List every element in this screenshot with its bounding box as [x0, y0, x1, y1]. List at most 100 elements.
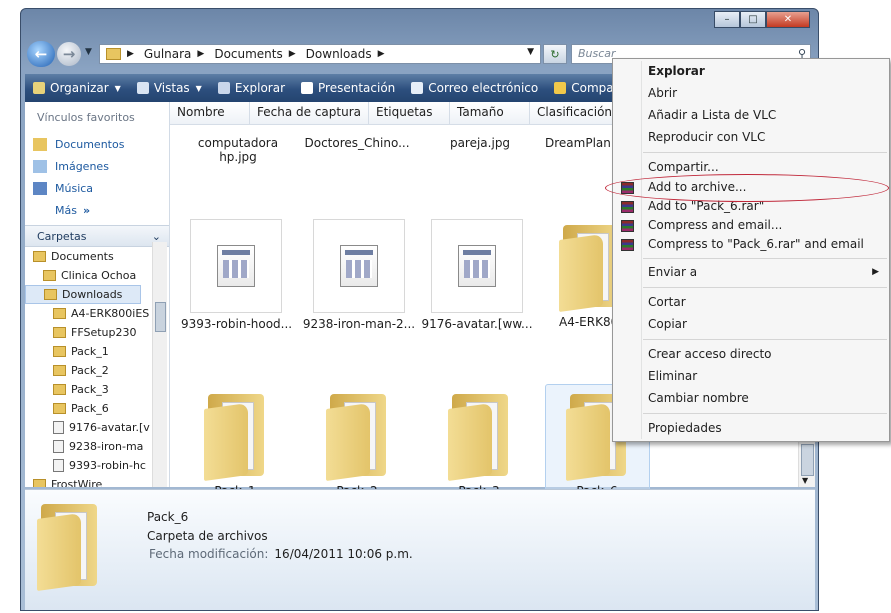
tree-item[interactable]: Pack_3 — [25, 380, 169, 399]
tree-item[interactable]: FrostWire — [25, 475, 169, 487]
highlight-ellipse — [605, 174, 889, 202]
tree-scrollbar[interactable] — [152, 242, 167, 487]
column-capture-date[interactable]: Fecha de captura — [250, 102, 369, 124]
folder-item[interactable]: Pack_2 — [307, 388, 407, 498]
folder-icon — [326, 388, 388, 482]
file-label: 9393-robin-hood... — [181, 317, 293, 331]
file-item[interactable]: pareja.jpg — [430, 136, 530, 150]
folder-item[interactable]: Pack_3 — [429, 388, 529, 498]
document-icon — [458, 245, 496, 287]
tree-label: Pack_2 — [71, 364, 109, 377]
column-name[interactable]: Nombre — [170, 102, 250, 124]
menu-item-send-to[interactable]: Enviar a — [648, 265, 697, 279]
favorite-images[interactable]: Imágenes — [25, 155, 169, 177]
minimize-button[interactable]: – — [714, 11, 740, 28]
recent-pages-chevron-icon[interactable]: ▼ — [85, 47, 92, 57]
views-label: Vistas — [153, 81, 190, 95]
tree-item[interactable]: Pack_6 — [25, 399, 169, 418]
explore-label: Explorar — [234, 81, 286, 95]
email-button[interactable]: Correo electrónico — [411, 81, 538, 95]
favorites-header: Vínculos favoritos — [37, 111, 135, 124]
address-dropdown-icon[interactable]: ▼ — [527, 47, 534, 57]
tree-item[interactable]: 9176-avatar.[v — [25, 418, 169, 437]
folders-header-label: Carpetas — [37, 229, 87, 243]
menu-separator — [643, 339, 887, 340]
file-icon — [53, 421, 64, 434]
file-label: 9238-iron-man-2... — [302, 317, 416, 331]
tree-item[interactable]: Documents — [25, 247, 169, 266]
maximize-button[interactable]: □ — [740, 11, 766, 28]
modified-value: 16/04/2011 10:06 p.m. — [274, 547, 413, 561]
file-label: computadora hp.jpg — [197, 136, 279, 164]
favorite-label: Documentos — [55, 137, 125, 151]
folder-item[interactable]: Pack_1 — [185, 388, 285, 498]
menu-item-rename[interactable]: Cambiar nombre — [648, 391, 749, 405]
details-type: Carpeta de archivos — [147, 529, 268, 543]
slideshow-label: Presentación — [318, 81, 396, 95]
scroll-down-arrow-icon[interactable]: ▼ — [802, 476, 808, 485]
menu-item-open[interactable]: Abrir — [648, 86, 677, 100]
tree-item-selected[interactable]: Downloads — [25, 285, 141, 304]
file-item[interactable]: computadora hp.jpg — [183, 136, 293, 164]
tree-label: 9238-iron-ma — [69, 440, 144, 453]
favorite-label: Imágenes — [55, 159, 109, 173]
tree-item[interactable]: Pack_2 — [25, 361, 169, 380]
tree-scroll-thumb[interactable] — [155, 302, 166, 332]
breadcrumb-gulnara[interactable]: Gulnara — [144, 47, 191, 61]
menu-item-compress-email[interactable]: Compress and email... — [648, 218, 782, 232]
folder-icon — [33, 479, 46, 487]
views-button[interactable]: Vistas ▼ — [136, 81, 202, 95]
tree-item[interactable]: Pack_1 — [25, 342, 169, 361]
menu-item-play-vlc[interactable]: Reproducir con VLC — [648, 130, 765, 144]
file-item[interactable]: Doctores_Chino... — [297, 136, 417, 150]
share-icon — [554, 82, 567, 94]
column-tags[interactable]: Etiquetas — [369, 102, 450, 124]
breadcrumb-downloads[interactable]: Downloads — [306, 47, 372, 61]
breadcrumb-separator-icon[interactable]: ▶ — [378, 49, 385, 59]
file-item[interactable]: 9176-avatar.[ww... — [421, 219, 533, 331]
favorite-music[interactable]: Música — [25, 177, 169, 199]
forward-arrow-icon[interactable]: → — [57, 42, 81, 66]
folder-icon — [53, 346, 66, 357]
file-item[interactable]: 9393-robin-hood... — [181, 219, 293, 331]
folder-icon — [53, 327, 66, 338]
menu-item-compress-rar-email[interactable]: Compress to "Pack_6.rar" and email — [648, 237, 864, 251]
address-input[interactable]: ▶ Gulnara ▶ Documents ▶ Downloads ▶ ▼ — [99, 44, 541, 64]
menu-item-cut[interactable]: Cortar — [648, 295, 686, 309]
views-icon — [136, 82, 149, 94]
tree-item[interactable]: Clinica Ochoa — [25, 266, 169, 285]
organize-button[interactable]: Organizar ▼ — [33, 81, 121, 95]
tree-item[interactable]: 9393-robin-hc — [25, 456, 169, 475]
menu-item-add-vlc[interactable]: Añadir a Lista de VLC — [648, 108, 776, 122]
column-size[interactable]: Tamaño — [450, 102, 530, 124]
close-button[interactable]: ✕ — [766, 11, 810, 28]
menu-item-delete[interactable]: Eliminar — [648, 369, 697, 383]
menu-item-explore[interactable]: Explorar — [648, 64, 705, 78]
folders-header[interactable]: Carpetas ⌄ — [25, 225, 169, 247]
tree-item[interactable]: A4-ERK800iES — [25, 304, 169, 323]
breadcrumb-separator-icon[interactable]: ▶ — [289, 49, 296, 59]
email-label: Correo electrónico — [428, 81, 539, 95]
breadcrumb-separator-icon[interactable]: ▶ — [127, 49, 134, 59]
breadcrumb-separator-icon[interactable]: ▶ — [197, 49, 204, 59]
menu-item-create-shortcut[interactable]: Crear acceso directo — [648, 347, 772, 361]
folder-icon — [53, 403, 66, 414]
slideshow-icon — [301, 82, 314, 94]
menu-item-share[interactable]: Compartir... — [648, 160, 719, 174]
more-label: Más — [55, 203, 77, 217]
breadcrumb-documents[interactable]: Documents — [214, 47, 282, 61]
explore-button[interactable]: Explorar — [217, 81, 286, 95]
more-link[interactable]: Más » — [25, 199, 169, 221]
menu-item-properties[interactable]: Propiedades — [648, 421, 722, 435]
favorite-documents[interactable]: Documentos — [25, 133, 169, 155]
slideshow-button[interactable]: Presentación — [301, 81, 395, 95]
file-item[interactable]: 9238-iron-man-2... — [301, 219, 417, 331]
refresh-icon[interactable]: ↻ — [543, 44, 567, 64]
content-scroll-thumb[interactable] — [801, 444, 814, 476]
menu-item-copy[interactable]: Copiar — [648, 317, 687, 331]
tree-label: FrostWire — [51, 478, 103, 487]
back-arrow-icon[interactable]: ← — [27, 41, 55, 67]
tree-item[interactable]: FFSetup230 — [25, 323, 169, 342]
file-label: 9176-avatar.[ww... — [421, 317, 533, 331]
tree-item[interactable]: 9238-iron-ma — [25, 437, 169, 456]
